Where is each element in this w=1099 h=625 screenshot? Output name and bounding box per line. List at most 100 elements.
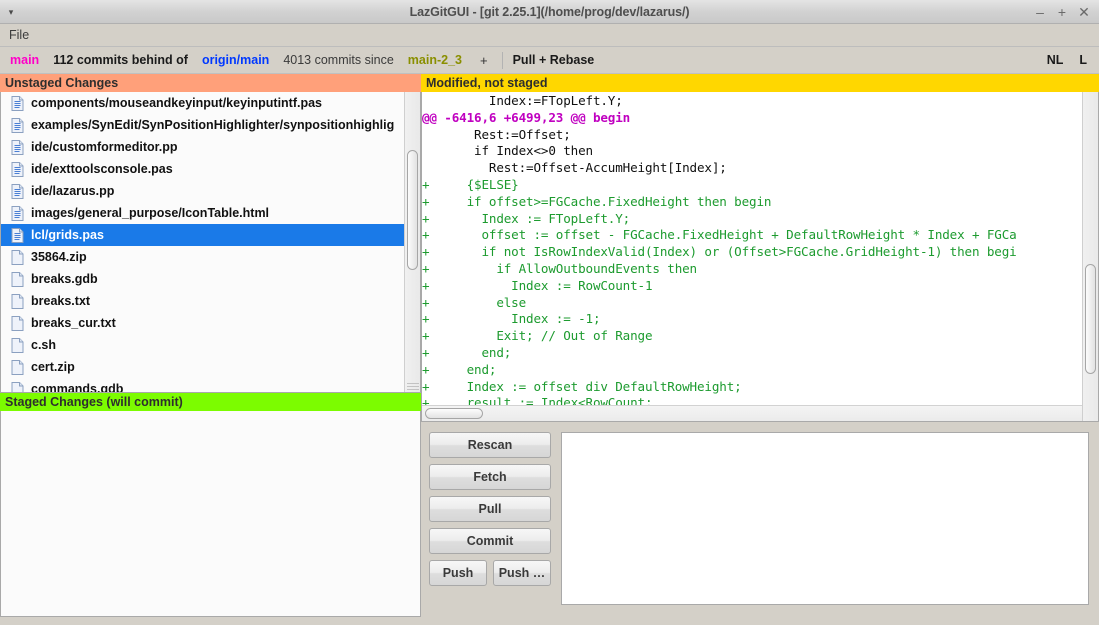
toolbar-right-group: NL L — [1031, 53, 1099, 67]
diff-view[interactable]: Index:=FTopLeft.Y; @@ -6416,6 +6499,23 @@… — [422, 92, 1082, 421]
file-name-label: examples/SynEdit/SynPositionHighlighter/… — [31, 118, 395, 132]
file-list-item[interactable]: c.sh — [1, 334, 404, 356]
close-icon[interactable]: ✕ — [1073, 1, 1095, 23]
l-toggle[interactable]: L — [1079, 53, 1087, 67]
file-name-label: ide/lazarus.pp — [31, 184, 115, 198]
diff-horizontal-scrollbar[interactable] — [422, 405, 1082, 421]
diff-line-add: + offset := offset - FGCache.FixedHeight… — [422, 227, 1017, 243]
commit-button[interactable]: Commit — [429, 528, 551, 554]
branch-toolbar: main 112 commits behind of origin/main 4… — [0, 47, 1099, 74]
commit-message-input[interactable] — [561, 432, 1089, 605]
file-list-item[interactable]: ide/exttoolsconsole.pas — [1, 158, 404, 180]
pull-rebase-button[interactable]: Pull + Rebase — [513, 53, 595, 67]
minimize-icon[interactable]: – — [1029, 1, 1051, 23]
diff-line-add: + Index := RowCount-1 — [422, 277, 653, 293]
blank-file-icon — [11, 271, 24, 287]
action-button-column: Rescan Fetch Pull Commit Push Push … — [429, 432, 551, 617]
unstaged-list-scrollbar[interactable] — [404, 92, 420, 392]
push-button[interactable]: Push — [429, 560, 487, 586]
blank-file-icon — [11, 249, 24, 265]
text-file-icon — [11, 139, 24, 155]
commits-since-label: 4013 commits since — [283, 53, 394, 67]
text-file-icon — [11, 205, 24, 221]
commits-behind-label: 112 commits behind of — [53, 53, 188, 67]
diff-panel: Index:=FTopLeft.Y; @@ -6416,6 +6499,23 @@… — [421, 92, 1099, 422]
file-list-item[interactable]: components/mouseandkeyinput/keyinputintf… — [1, 92, 404, 114]
file-list-item[interactable]: cert.zip — [1, 356, 404, 378]
rescan-button[interactable]: Rescan — [429, 432, 551, 458]
file-name-label: commands.gdb — [31, 382, 124, 392]
diff-line-add: + else — [422, 294, 527, 310]
text-file-icon — [11, 117, 24, 133]
nl-toggle[interactable]: NL — [1047, 53, 1064, 67]
diff-vscrollbar-thumb[interactable] — [1085, 264, 1096, 374]
file-list-item[interactable]: breaks_cur.txt — [1, 312, 404, 334]
file-list-item[interactable]: commands.gdb — [1, 378, 404, 392]
diff-line-ctx: Rest:=Offset; — [422, 126, 571, 142]
remote-branch-label[interactable]: origin/main — [202, 53, 269, 67]
file-list-item[interactable]: 35864.zip — [1, 246, 404, 268]
file-list-item[interactable]: ide/lazarus.pp — [1, 180, 404, 202]
file-name-label: breaks_cur.txt — [31, 316, 116, 330]
file-name-label: breaks.txt — [31, 294, 91, 308]
file-name-label: components/mouseandkeyinput/keyinputintf… — [31, 96, 323, 110]
file-name-label: images/general_purpose/IconTable.html — [31, 206, 270, 220]
fetch-button[interactable]: Fetch — [429, 464, 551, 490]
application-window: ▾ LazGitGUI - [git 2.25.1](/home/prog/de… — [0, 0, 1099, 625]
maximize-icon[interactable]: + — [1051, 1, 1073, 23]
file-list-item[interactable]: breaks.gdb — [1, 268, 404, 290]
pull-button[interactable]: Pull — [429, 496, 551, 522]
file-name-label: ide/customformeditor.pp — [31, 140, 178, 154]
add-branch-icon[interactable]: + — [476, 53, 492, 68]
diff-line-add: + Index := -1; — [422, 311, 601, 327]
diff-hscrollbar-thumb[interactable] — [425, 408, 483, 419]
window-title: LazGitGUI - [git 2.25.1](/home/prog/dev/… — [409, 4, 690, 19]
push-options-button[interactable]: Push … — [493, 560, 551, 586]
action-area: Rescan Fetch Pull Commit Push Push … — [421, 422, 1099, 617]
file-name-label: breaks.gdb — [31, 272, 98, 286]
diff-line-add: + Index := FTopLeft.Y; — [422, 210, 631, 226]
diff-line-add: + if AllowOutboundEvents then — [422, 260, 697, 276]
text-file-icon — [11, 183, 24, 199]
staged-changes-header: Staged Changes (will commit) — [0, 393, 421, 411]
tag-label[interactable]: main-2_3 — [408, 53, 462, 67]
diff-line-ctx: Index:=FTopLeft.Y; — [422, 93, 623, 108]
current-branch-label[interactable]: main — [10, 53, 39, 67]
unstaged-files-panel: components/mouseandkeyinput/keyinputintf… — [0, 92, 421, 393]
blank-file-icon — [11, 381, 24, 392]
file-list-item[interactable]: breaks.txt — [1, 290, 404, 312]
diff-line-add: + Exit; // Out of Range — [422, 328, 653, 344]
unstaged-file-list[interactable]: components/mouseandkeyinput/keyinputintf… — [1, 92, 404, 392]
right-column: Modified, not staged Index:=FTopLeft.Y; @… — [421, 74, 1099, 617]
diff-line-ctx: Rest:=Offset-AccumHeight[Index]; — [422, 160, 727, 176]
diff-line-add: + if offset>=FGCache.FixedHeight then be… — [422, 193, 772, 209]
file-list-item[interactable]: examples/SynEdit/SynPositionHighlighter/… — [1, 114, 404, 136]
file-name-label: 35864.zip — [31, 250, 87, 264]
blank-file-icon — [11, 293, 24, 309]
menu-item-file[interactable]: File — [0, 24, 38, 46]
toolbar-divider — [501, 51, 503, 69]
diff-line-ctx: if Index<>0 then — [422, 143, 593, 159]
main-body: Unstaged Changes components/mouseandkeyi… — [0, 74, 1099, 617]
diff-line-hunk: @@ -6416,6 +6499,23 @@ begin — [422, 109, 631, 125]
scroll-grip-icon — [406, 383, 419, 390]
blank-file-icon — [11, 359, 24, 375]
window-menu-icon[interactable]: ▾ — [0, 0, 22, 24]
diff-vertical-scrollbar[interactable] — [1082, 92, 1098, 421]
file-list-item[interactable]: images/general_purpose/IconTable.html — [1, 202, 404, 224]
window-controls: – + ✕ — [1029, 0, 1095, 24]
blank-file-icon — [11, 337, 24, 353]
file-name-label: cert.zip — [31, 360, 75, 374]
text-file-icon — [11, 95, 24, 111]
unstaged-changes-header: Unstaged Changes — [0, 74, 421, 92]
menu-bar: File — [0, 24, 1099, 47]
text-file-icon — [11, 227, 24, 243]
diff-line-add: + end; — [422, 344, 512, 360]
file-list-item[interactable]: ide/customformeditor.pp — [1, 136, 404, 158]
file-name-label: ide/exttoolsconsole.pas — [31, 162, 173, 176]
status-bar — [0, 617, 1099, 625]
staged-files-panel[interactable] — [0, 411, 421, 617]
file-list-item[interactable]: lcl/grids.pas — [1, 224, 404, 246]
unstaged-scrollbar-thumb[interactable] — [407, 150, 418, 270]
modified-not-staged-header: Modified, not staged — [421, 74, 1099, 92]
